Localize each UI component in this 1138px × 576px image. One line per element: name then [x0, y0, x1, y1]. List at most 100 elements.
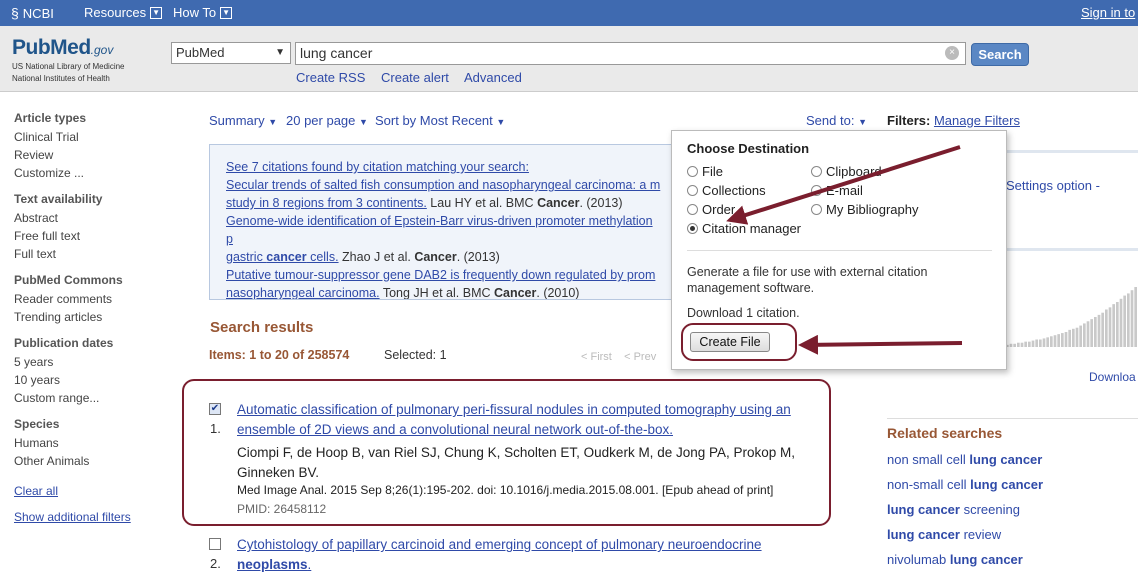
destination-citation-manager-option[interactable]: Citation manager: [687, 221, 801, 236]
year-bar[interactable]: [1119, 298, 1123, 347]
radio-button[interactable]: [811, 166, 822, 177]
filter-free-full-text[interactable]: Free full text: [14, 227, 174, 245]
year-bar[interactable]: [1028, 341, 1031, 347]
settings-option-link[interactable]: Settings option -: [1006, 178, 1100, 193]
per-page-dropdown[interactable]: 20 per page ▼: [286, 113, 368, 128]
download-csv-link[interactable]: Downloa: [1089, 370, 1136, 384]
year-bar[interactable]: [1105, 309, 1108, 348]
citation-title-cont[interactable]: gastric cancer cells.: [226, 250, 339, 264]
show-additional-filters-link[interactable]: Show additional filters: [14, 510, 174, 524]
related-search-link[interactable]: nivolumab lung cancer: [887, 547, 1138, 572]
sign-in-label[interactable]: Sign in to: [1081, 5, 1135, 20]
pubmed-logo[interactable]: PubMed.gov US National Library of Medici…: [12, 36, 125, 84]
year-bar[interactable]: [1050, 336, 1053, 347]
create-rss-link[interactable]: Create RSS: [296, 70, 365, 85]
filter-customize[interactable]: Customize ...: [14, 164, 174, 182]
radio-button[interactable]: [811, 204, 822, 215]
citation-title[interactable]: Genome-wide identification of Epstein-Ba…: [226, 214, 653, 246]
database-select[interactable]: PubMed ▼: [171, 42, 291, 64]
radio-button[interactable]: [687, 185, 698, 196]
filter-other-animals[interactable]: Other Animals: [14, 452, 174, 470]
search-input[interactable]: lung cancer ×: [295, 42, 966, 65]
radio-button[interactable]: [687, 204, 698, 215]
clear-all-link[interactable]: Clear all: [14, 484, 174, 498]
year-bar[interactable]: [1108, 307, 1112, 347]
filter-humans[interactable]: Humans: [14, 434, 174, 452]
related-search-link[interactable]: non-small cell lung cancer: [887, 472, 1138, 497]
resources-menu[interactable]: Resources ▼: [84, 5, 163, 20]
advanced-search-link[interactable]: Advanced: [464, 70, 522, 85]
filter-reader-comments[interactable]: Reader comments: [14, 290, 174, 308]
ncbi-logo[interactable]: § NCBI: [11, 5, 54, 21]
destination-file-option[interactable]: File: [687, 164, 723, 179]
year-bar[interactable]: [1127, 293, 1130, 347]
destination-email-option[interactable]: E-mail: [811, 183, 863, 198]
howto-menu[interactable]: How To ▼: [173, 5, 233, 20]
filter-abstract[interactable]: Abstract: [14, 209, 174, 227]
year-bar[interactable]: [1057, 334, 1060, 347]
citation-title[interactable]: Putative tumour-suppressor gene DAB2 is …: [226, 268, 655, 282]
year-bar[interactable]: [1116, 302, 1119, 347]
year-bar[interactable]: [1134, 287, 1137, 347]
filter-trending-articles[interactable]: Trending articles: [14, 308, 174, 326]
year-bar[interactable]: [1072, 328, 1075, 347]
destination-clipboard-option[interactable]: Clipboard: [811, 164, 882, 179]
radio-button-selected[interactable]: [687, 223, 698, 234]
filter-10-years[interactable]: 10 years: [14, 371, 174, 389]
year-bar[interactable]: [1090, 319, 1093, 347]
year-bar[interactable]: [1013, 343, 1016, 347]
year-bar[interactable]: [1101, 312, 1104, 347]
filter-clinical-trial[interactable]: Clinical Trial: [14, 128, 174, 146]
year-bar[interactable]: [1039, 339, 1042, 348]
year-bar[interactable]: [1035, 339, 1038, 348]
year-bar[interactable]: [1031, 340, 1035, 347]
filter-full-text[interactable]: Full text: [14, 245, 174, 263]
year-bar[interactable]: [1094, 317, 1097, 347]
clear-search-icon[interactable]: ×: [945, 46, 959, 60]
year-bar[interactable]: [1042, 338, 1046, 347]
result-title-link[interactable]: Automatic classification of pulmonary pe…: [237, 400, 827, 440]
related-search-link[interactable]: lung cancer review: [887, 522, 1138, 547]
year-bar[interactable]: [1075, 327, 1079, 347]
year-bar[interactable]: [1061, 333, 1064, 347]
result-title-link[interactable]: Cytohistology of papillary carcinoid and…: [237, 535, 827, 575]
year-bar[interactable]: [1068, 329, 1071, 347]
filter-review[interactable]: Review: [14, 146, 174, 164]
year-bar[interactable]: [1083, 323, 1086, 347]
result-checkbox[interactable]: ✔: [209, 403, 221, 415]
send-to-dropdown[interactable]: Send to: ▼: [806, 113, 867, 128]
year-bar[interactable]: [1097, 314, 1101, 347]
destination-collections-option[interactable]: Collections: [687, 183, 766, 198]
year-bar[interactable]: [1123, 295, 1126, 347]
sign-in-link[interactable]: Sign in to: [1081, 5, 1135, 20]
first-page-link[interactable]: < First: [581, 351, 612, 363]
year-bar[interactable]: [1130, 290, 1134, 347]
year-bar[interactable]: [1020, 342, 1024, 347]
manage-filters-link[interactable]: Manage Filters: [934, 113, 1020, 128]
related-search-link[interactable]: lung cancer screening: [887, 497, 1138, 522]
year-bar[interactable]: [1053, 335, 1057, 347]
radio-button[interactable]: [811, 185, 822, 196]
year-bar[interactable]: [1086, 321, 1090, 347]
year-bar[interactable]: [1009, 343, 1013, 347]
radio-button[interactable]: [687, 166, 698, 177]
sort-dropdown[interactable]: Sort by Most Recent ▼: [375, 113, 505, 128]
year-bar[interactable]: [1112, 304, 1115, 347]
year-bar[interactable]: [1079, 325, 1082, 347]
year-bar[interactable]: [1046, 337, 1049, 347]
filter-5-years[interactable]: 5 years: [14, 353, 174, 371]
prev-page-link[interactable]: < Prev: [624, 351, 656, 363]
filter-custom-range[interactable]: Custom range...: [14, 389, 174, 407]
year-bar[interactable]: [1024, 341, 1027, 347]
summary-format-dropdown[interactable]: Summary ▼: [209, 113, 277, 128]
destination-my-bibliography-option[interactable]: My Bibliography: [811, 202, 919, 217]
results-by-year-chart[interactable]: [1006, 285, 1138, 347]
citation-title-cont[interactable]: study in 8 regions from 3 continents.: [226, 196, 427, 210]
citation-title-cont[interactable]: nasopharyngeal carcinoma.: [226, 286, 380, 299]
year-bar[interactable]: [1017, 342, 1020, 347]
destination-order-option[interactable]: Order: [687, 202, 735, 217]
create-alert-link[interactable]: Create alert: [381, 70, 449, 85]
search-button[interactable]: Search: [971, 43, 1029, 66]
related-search-link[interactable]: non small cell lung cancer: [887, 447, 1138, 472]
citation-match-link[interactable]: See 7 citations found by citation matchi…: [226, 160, 529, 174]
